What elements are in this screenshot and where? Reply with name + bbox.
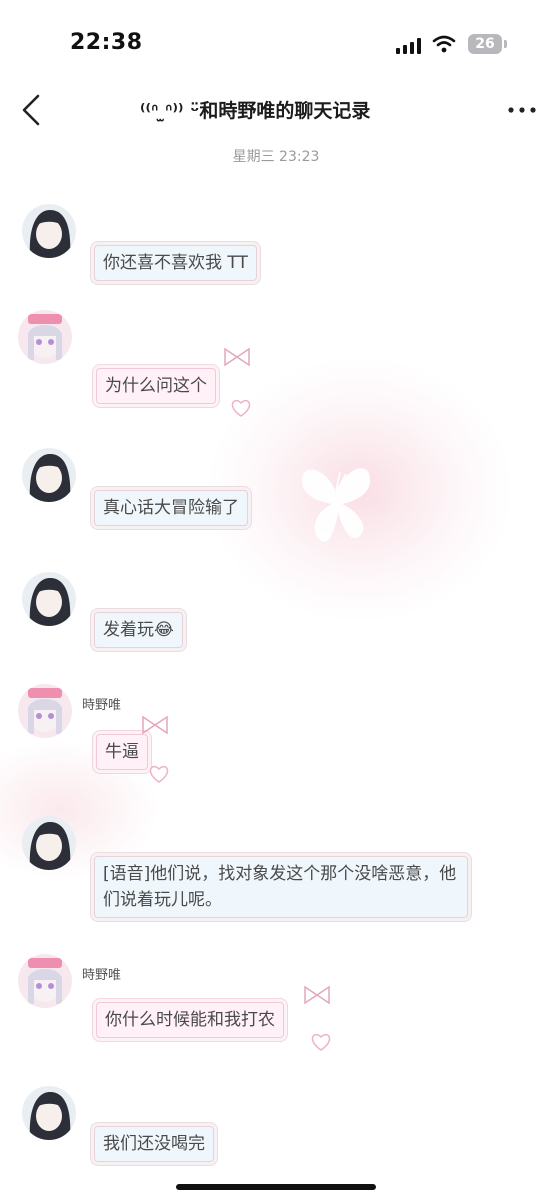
date-separator: 星期三 23:23 [232, 149, 320, 165]
chat-header: ⁽⁽ᐢ ̫ᐢ⁾⁾ ᵕ̈和時野唯的聊天记录 [0, 88, 552, 132]
message-bubble[interactable]: 发着玩😂 [94, 612, 183, 648]
message-bubble[interactable]: 真心话大冒险输了 [94, 490, 248, 526]
sender-nickname: 時野唯 [82, 698, 122, 713]
avatar[interactable] [14, 1078, 84, 1148]
message-bubble[interactable]: [语音]他们说，找对象发这个那个没啥恶意，他们说着玩儿呢。 [94, 856, 468, 918]
clock-time: 22:38 [70, 30, 143, 55]
avatar-image [22, 1086, 76, 1140]
butterfly-decoration [301, 468, 371, 542]
avatar-image [22, 572, 76, 626]
heart-icon [149, 765, 169, 783]
message-bubble[interactable]: 牛逼 [96, 734, 148, 770]
avatar[interactable] [14, 808, 84, 878]
avatar-image [18, 954, 72, 1008]
battery-tip [504, 40, 507, 48]
cellular-signal-icon [396, 38, 421, 54]
ribbon-bow-icon [224, 347, 250, 367]
battery-icon: 26 [468, 34, 502, 54]
page-title: ⁽⁽ᐢ ̫ᐢ⁾⁾ ᵕ̈和時野唯的聊天记录 [140, 100, 371, 122]
avatar[interactable] [14, 440, 84, 510]
chat-screen: 22:38 26 ⁽⁽ᐢ ̫ᐢ⁾⁾ ᵕ̈和時野唯的聊天记录 星期三 23:23 [0, 0, 552, 1200]
more-dots-icon[interactable] [506, 102, 538, 118]
avatar[interactable] [10, 676, 80, 746]
avatar-image [22, 204, 76, 258]
wifi-icon [432, 35, 456, 53]
avatar-image [22, 816, 76, 870]
message-bubble[interactable]: 我们还没喝完 [94, 1126, 214, 1162]
message-bubble[interactable]: 为什么问这个 [96, 368, 216, 404]
avatar-image [18, 684, 72, 738]
avatar[interactable] [10, 302, 80, 372]
status-bar: 22:38 26 [0, 0, 552, 88]
sender-nickname: 時野唯 [82, 968, 122, 983]
chevron-left-icon[interactable] [16, 90, 46, 130]
ribbon-bow-icon [304, 985, 330, 1005]
avatar[interactable] [14, 196, 84, 266]
message-bubble[interactable]: 你还喜不喜欢我 TT [94, 245, 257, 281]
ribbon-bow-icon [142, 715, 168, 735]
avatar[interactable] [10, 946, 80, 1016]
message-bubble[interactable]: 你什么时候能和我打农 [96, 1002, 284, 1038]
heart-icon [231, 399, 251, 417]
heart-icon [311, 1033, 331, 1051]
home-indicator[interactable] [176, 1184, 376, 1190]
avatar[interactable] [14, 564, 84, 634]
avatar-image [18, 310, 72, 364]
avatar-image [22, 448, 76, 502]
